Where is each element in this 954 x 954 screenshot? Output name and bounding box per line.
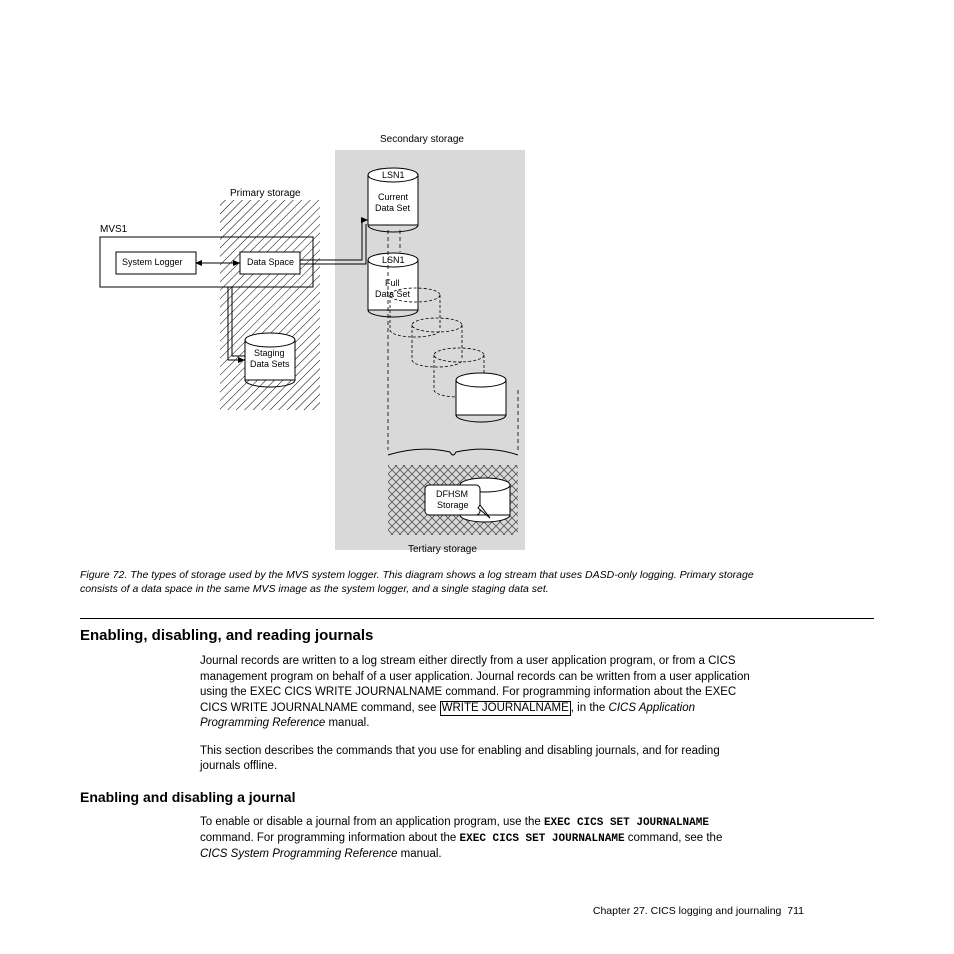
figure-caption: Figure 72. The types of storage used by …	[80, 568, 780, 596]
paragraph-section-describes: This section describes the commands that…	[200, 744, 750, 775]
lsn1-a-label: LSN1	[382, 170, 405, 180]
dfhsm-label-2: Storage	[437, 500, 469, 510]
paragraph-enable-disable: To enable or disable a journal from an a…	[200, 815, 750, 862]
staging-label-2: Data Sets	[250, 359, 290, 369]
page-footer: Chapter 27. CICS logging and journaling …	[593, 905, 804, 917]
section-heading-enable-disable-read: Enabling, disabling, and reading journal…	[80, 627, 874, 644]
link-write-journalname[interactable]: WRITE JOURNALNAME	[440, 701, 571, 716]
tertiary-storage-label: Tertiary storage	[408, 544, 477, 555]
staging-label-1: Staging	[254, 348, 285, 358]
paragraph-journal-records: Journal records are written to a log str…	[200, 654, 750, 732]
section-divider	[80, 618, 874, 619]
section-heading-enable-disable: Enabling and disabling a journal	[80, 789, 874, 805]
secondary-storage-label: Secondary storage	[380, 134, 464, 145]
primary-storage-label: Primary storage	[230, 188, 301, 199]
data-space-label: Data Space	[247, 257, 294, 267]
current-label-1: Current	[378, 192, 408, 202]
system-logger-label: System Logger	[122, 257, 183, 267]
lsn1-b-label: LSN1	[382, 255, 405, 265]
full-label-1: Full	[385, 278, 400, 288]
dfhsm-label-1: DFHSM	[436, 489, 468, 499]
current-label-2: Data Set	[375, 203, 410, 213]
full-label-2: Data Set	[375, 289, 410, 299]
storage-diagram: Secondary storage Primary storage MVS1 S…	[100, 130, 520, 560]
mvs1-label: MVS1	[100, 224, 127, 235]
